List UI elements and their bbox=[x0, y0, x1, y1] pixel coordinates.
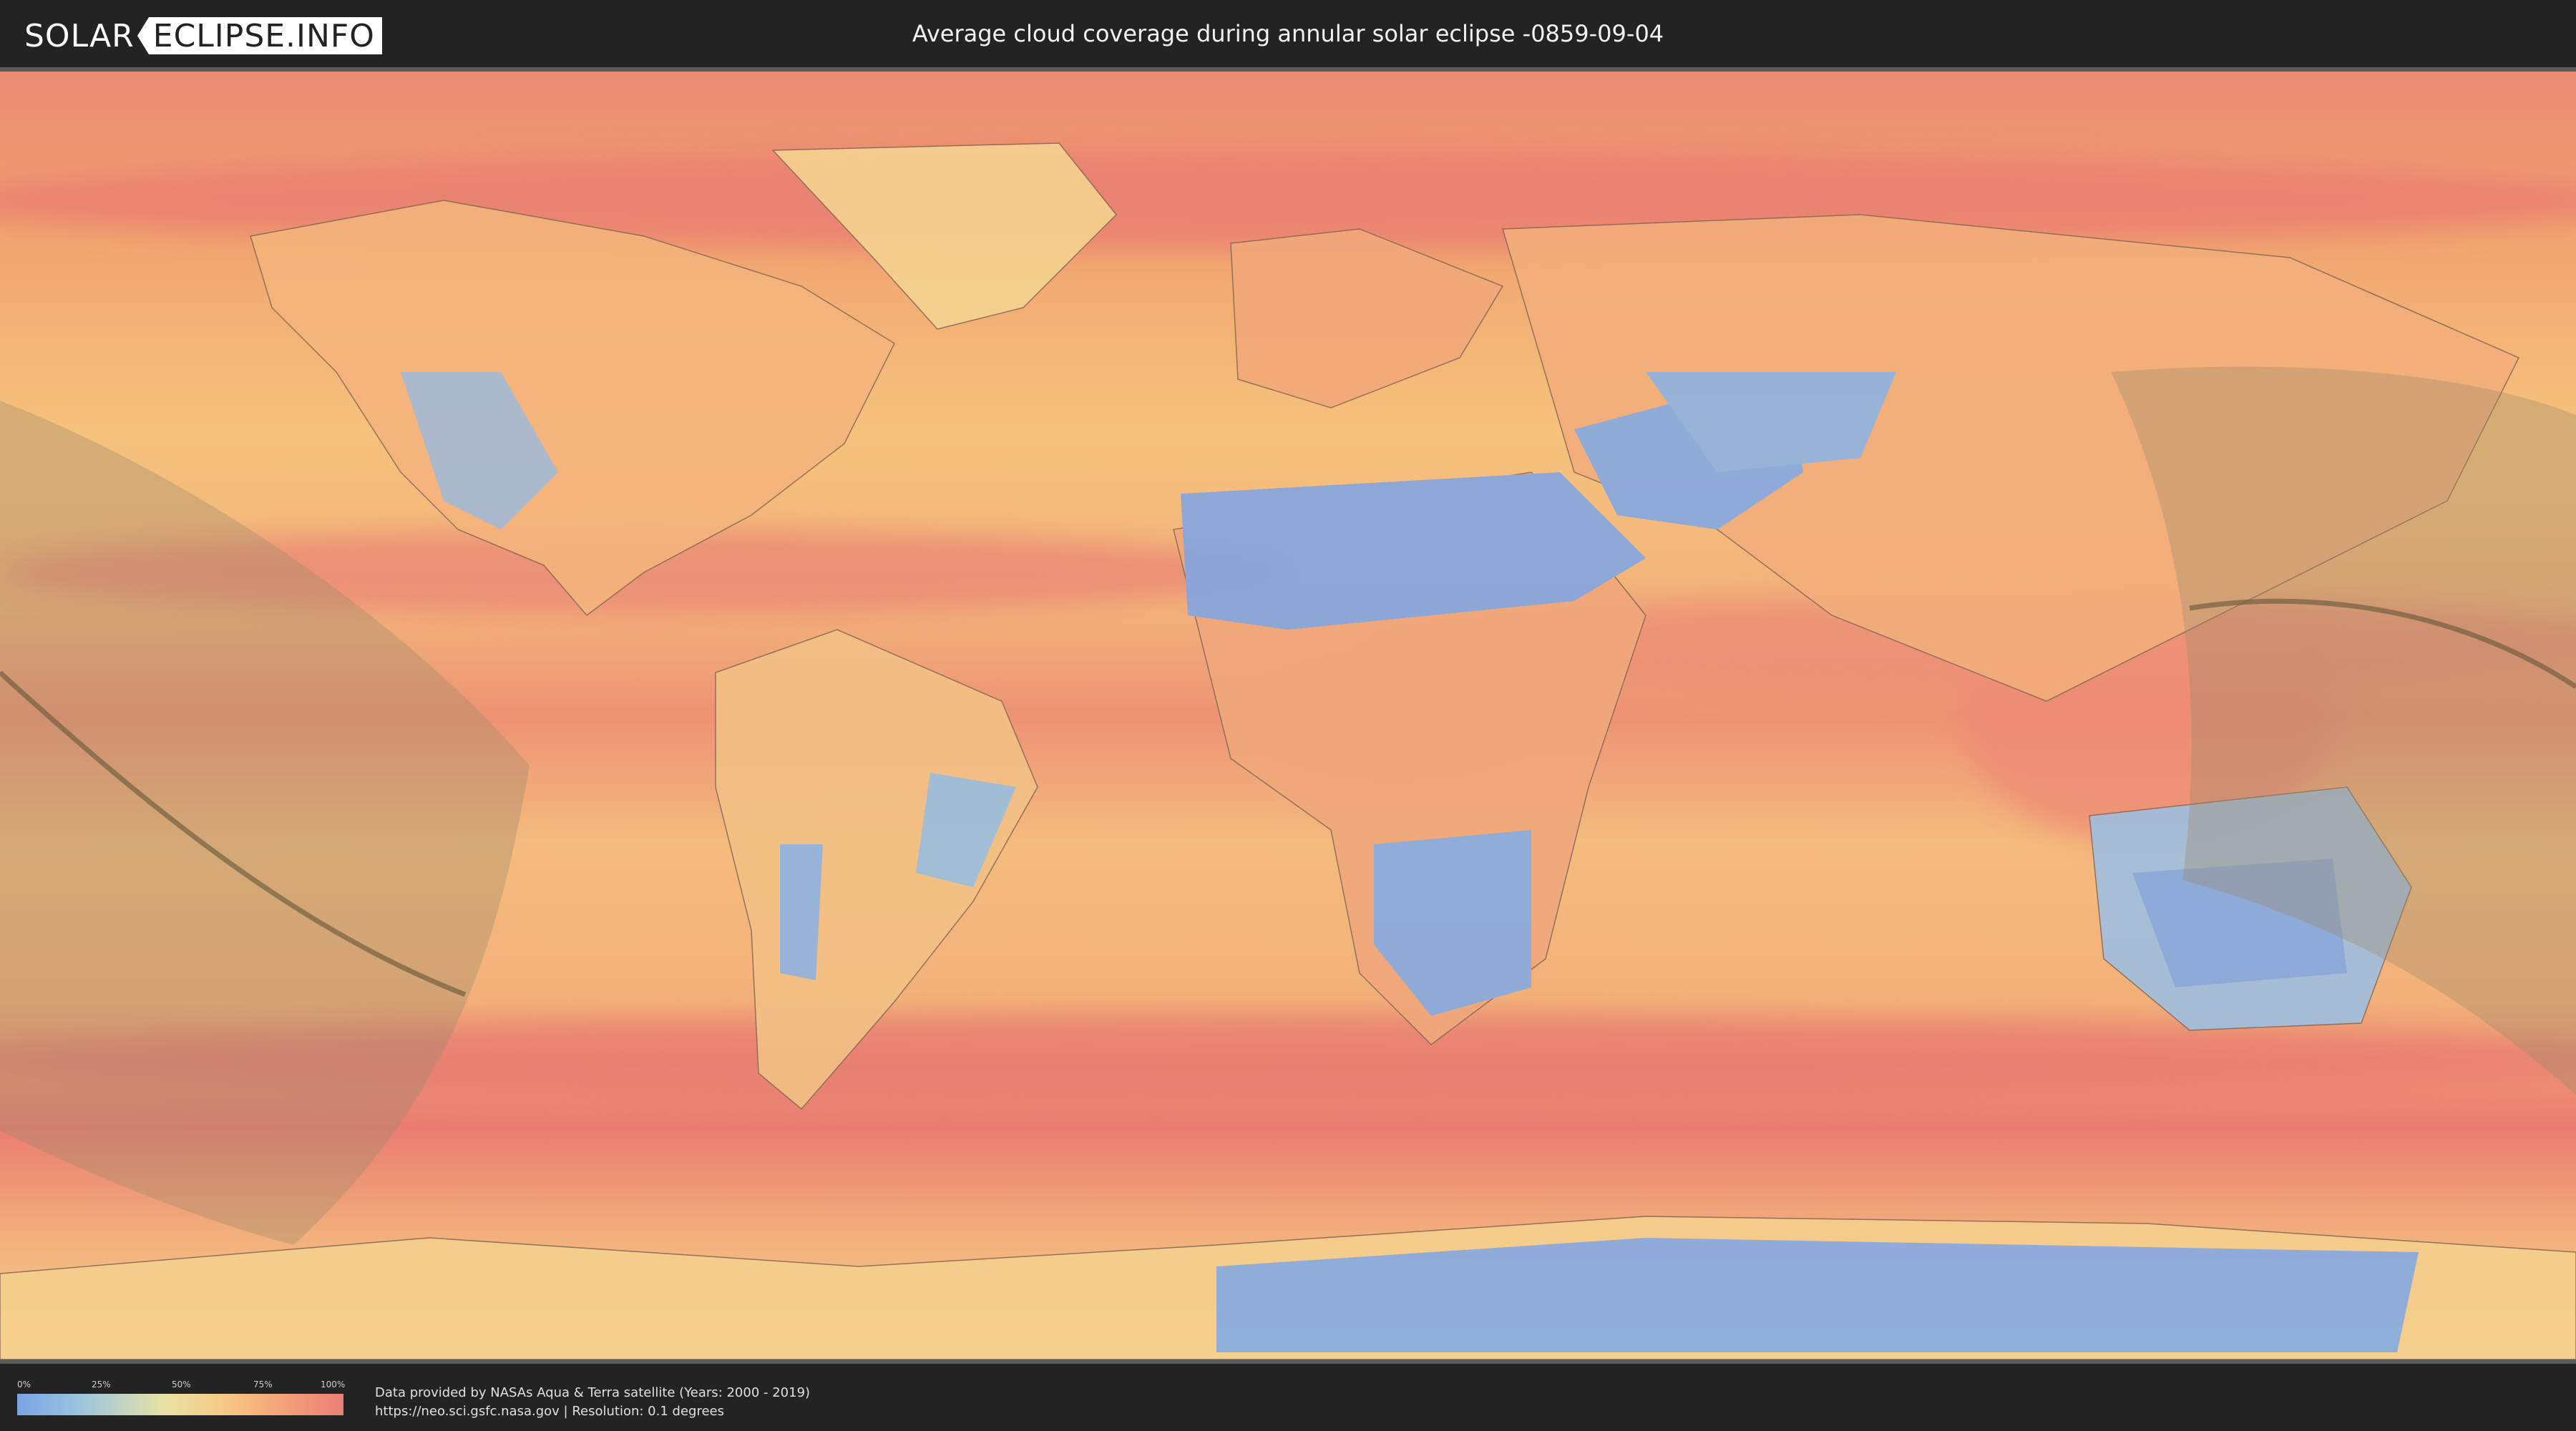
legend-tick-25: 25% bbox=[92, 1379, 111, 1390]
page: SOLAR ECLIPSE.INFO Average cloud coverag… bbox=[0, 0, 2576, 1431]
credits-line-source: Data provided by NASAs Aqua & Terra sate… bbox=[375, 1385, 811, 1400]
credits-line-url: https://neo.sci.gsfc.nasa.gov | Resoluti… bbox=[375, 1404, 724, 1419]
header: SOLAR ECLIPSE.INFO Average cloud coverag… bbox=[0, 0, 2576, 72]
legend-tick-0: 0% bbox=[17, 1379, 31, 1390]
legend-tick-100: 100% bbox=[321, 1379, 346, 1390]
page-title: Average cloud coverage during annular so… bbox=[912, 20, 1664, 47]
cloud-coverage-map[interactable] bbox=[0, 72, 2576, 1359]
legend-ticks: 0% 25% 50% 75% 100% bbox=[17, 1379, 346, 1391]
legend-tick-75: 75% bbox=[253, 1379, 273, 1390]
map-canvas bbox=[0, 72, 2576, 1359]
cloud-coverage-legend: 0% 25% 50% 75% 100% bbox=[17, 1379, 346, 1415]
legend-color-bar bbox=[17, 1394, 343, 1415]
legend-tick-50: 50% bbox=[172, 1379, 191, 1390]
data-credits: Data provided by NASAs Aqua & Terra sate… bbox=[375, 1384, 810, 1421]
footer: 0% 25% 50% 75% 100% Data provided by NAS… bbox=[0, 1359, 2576, 1431]
